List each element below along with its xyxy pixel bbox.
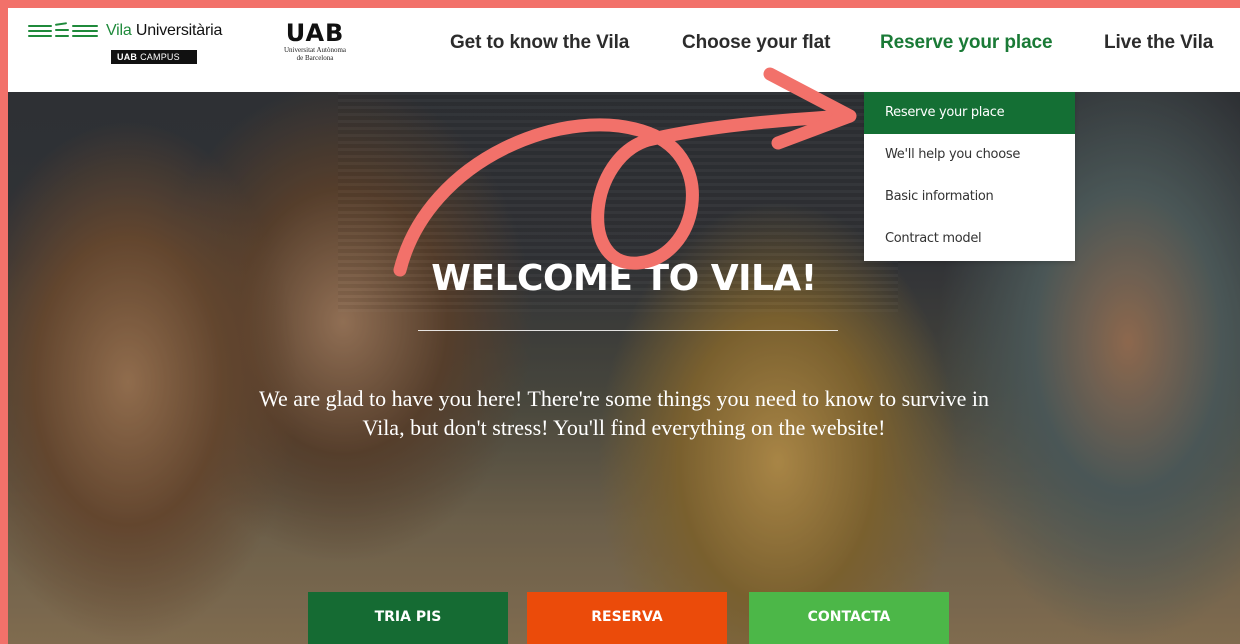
contacta-button[interactable]: CONTACTA: [749, 592, 949, 644]
hero-divider: [418, 330, 838, 331]
reserve-dropdown-menu: Reserve your place We'll help you choose…: [864, 92, 1075, 261]
dropdown-item-reserve-place[interactable]: Reserve your place: [864, 92, 1075, 134]
nav-reserve-place[interactable]: Reserve your place: [880, 32, 1053, 54]
hero-title: WELCOME TO VILA!: [431, 258, 817, 299]
dropdown-item-help-choose[interactable]: We'll help you choose: [864, 134, 1075, 176]
hero-text: We are glad to have you here! There're s…: [128, 384, 1120, 442]
nav-get-to-know[interactable]: Get to know the Vila: [450, 32, 629, 54]
hero-text-line1: We are glad to have you here! There're s…: [258, 386, 990, 411]
nav-choose-flat[interactable]: Choose your flat: [682, 32, 830, 54]
hero-text-line2: Vila, but don't stress! You'll find ever…: [362, 415, 886, 440]
reserva-button[interactable]: RESERVA: [527, 592, 727, 644]
nav-live-vila[interactable]: Live the Vila: [1104, 32, 1213, 54]
dropdown-item-basic-info[interactable]: Basic information: [864, 176, 1075, 218]
browser-viewport: Vila Universitària UAB CAMPUS UAB Univers…: [8, 8, 1240, 644]
tria-pis-button[interactable]: TRIA PIS: [308, 592, 508, 644]
site-header: Vila Universitària UAB CAMPUS UAB Univers…: [8, 8, 1240, 92]
main-nav: Get to know the Vila Choose your flat Re…: [8, 32, 1240, 56]
dropdown-item-contract-model[interactable]: Contract model: [864, 218, 1075, 260]
